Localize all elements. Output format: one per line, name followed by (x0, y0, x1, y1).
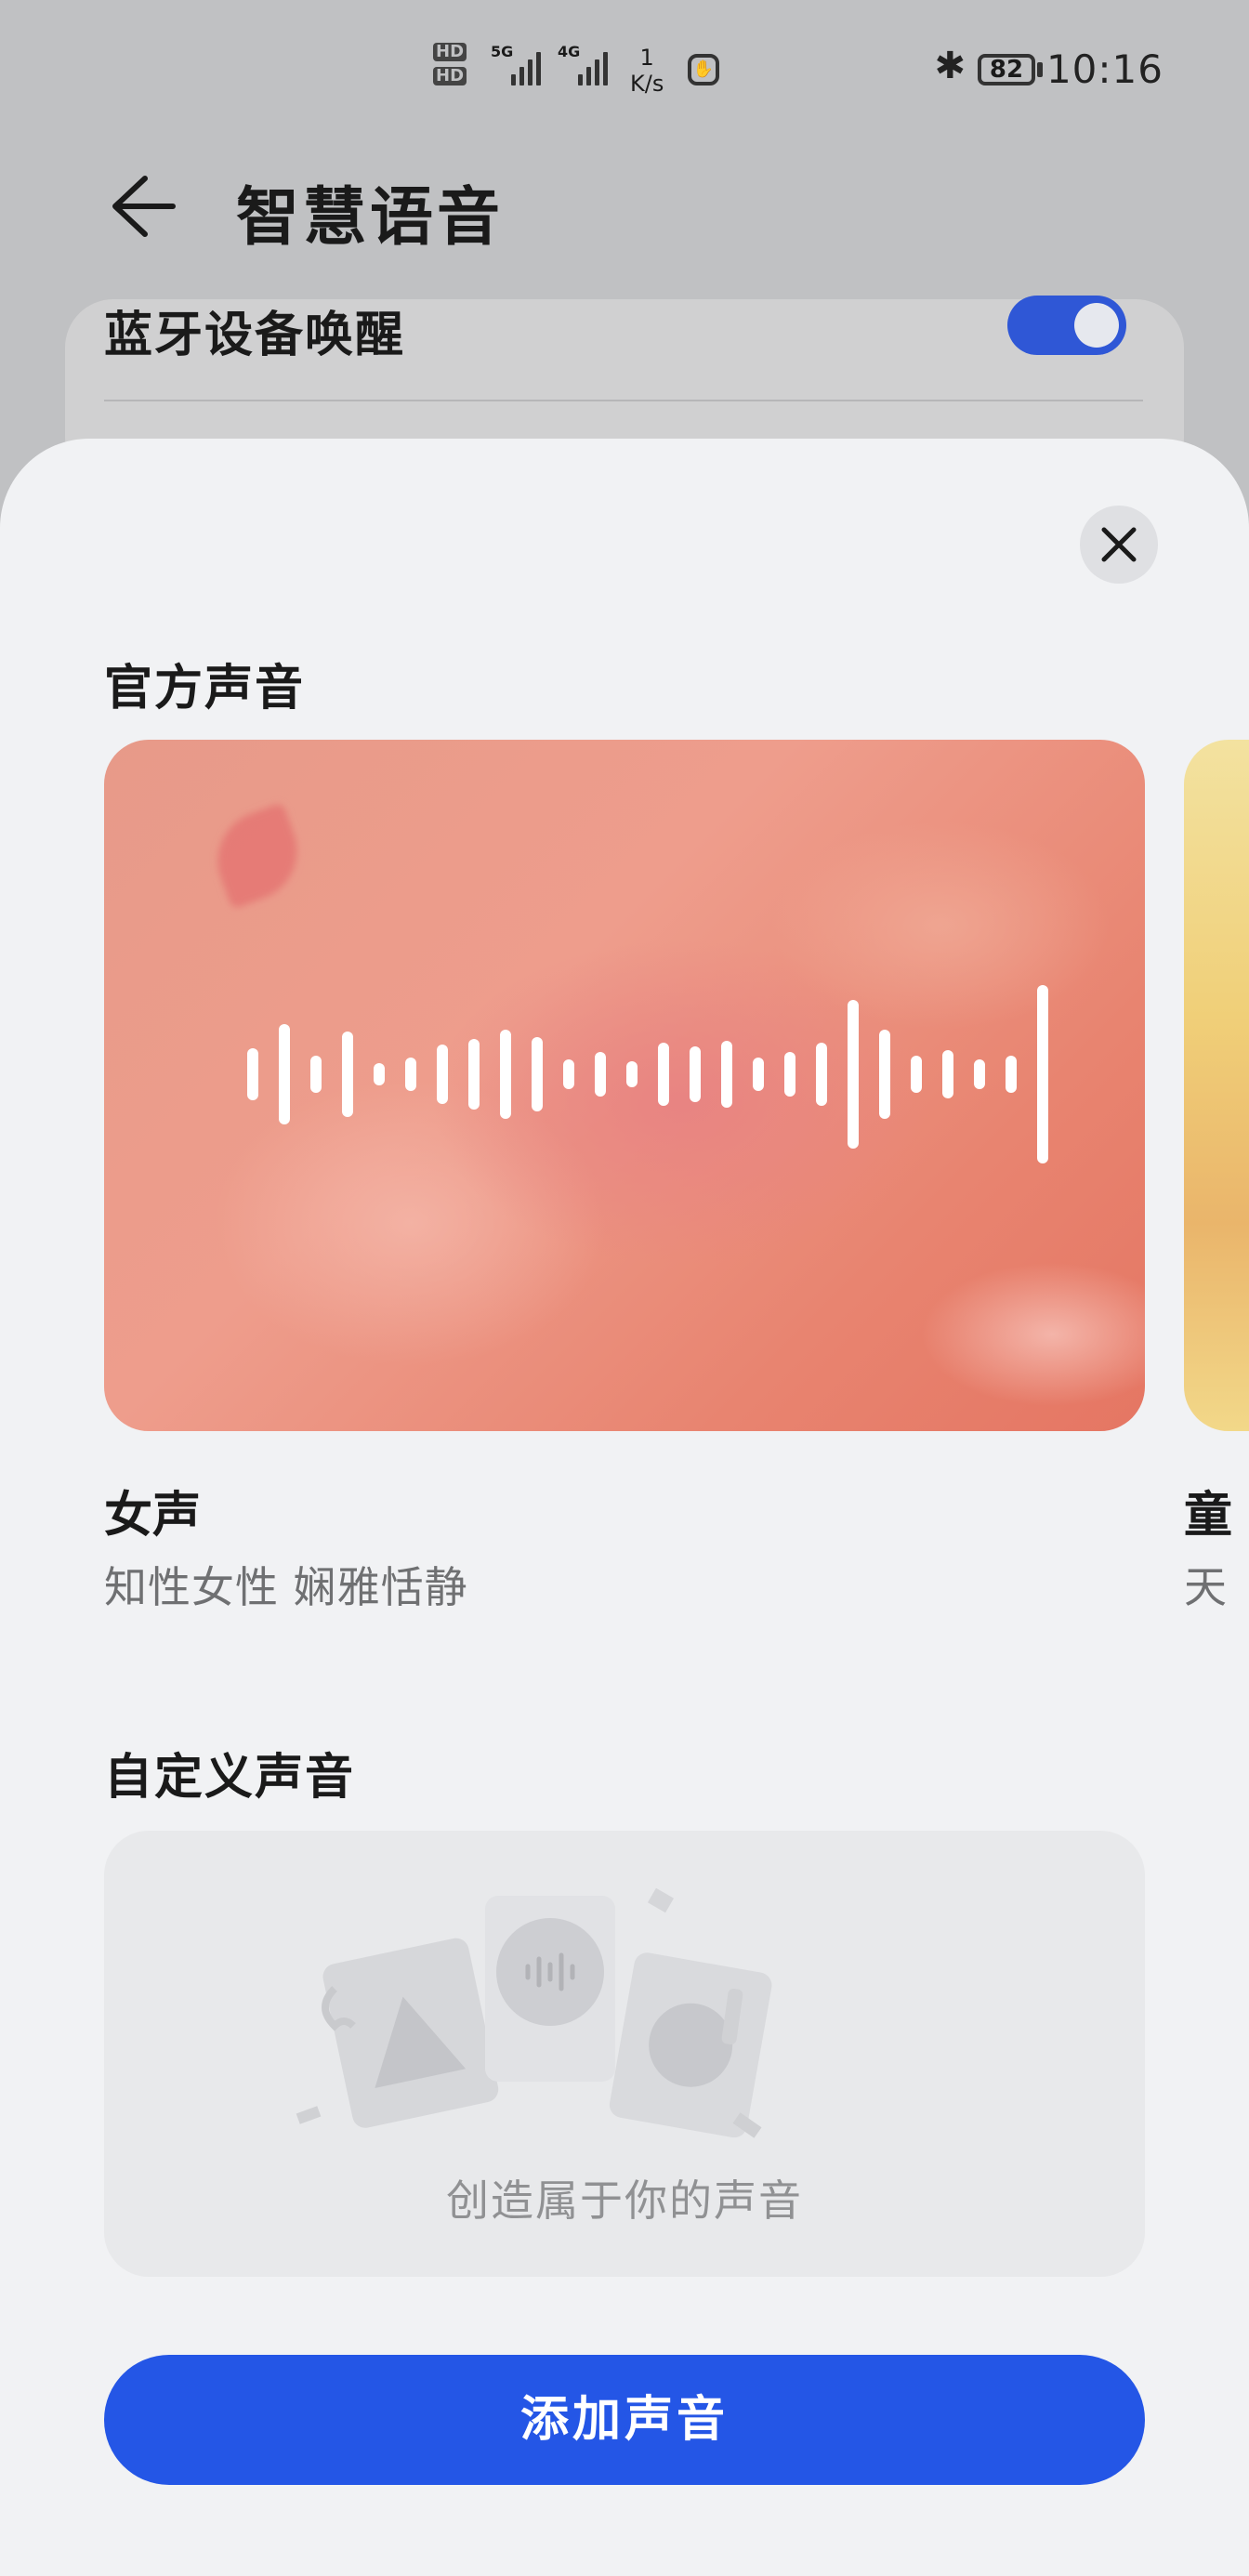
battery-icon: 82 (978, 54, 1035, 85)
battery-nub (1037, 62, 1043, 77)
soundwave-icon (247, 985, 1048, 1163)
hand-icon: ✋ (688, 54, 719, 85)
sim1-hd-label: HD (433, 43, 467, 61)
sim2-hd-label: HD (433, 67, 467, 85)
bluetooth-icon: ✱ (934, 45, 966, 87)
net-speed: 1 K/s (630, 45, 664, 97)
close-button[interactable] (1080, 506, 1158, 584)
bluetooth-wake-label: 蓝牙设备唤醒 (104, 308, 406, 363)
custom-voices-title: 自定义声音 (104, 1750, 356, 1806)
voice-description-next: 天 (1184, 1562, 1227, 1612)
voice-card-female[interactable] (104, 740, 1145, 1431)
voice-name: 女声 (104, 1488, 202, 1544)
signal-icon: 5G (491, 43, 541, 85)
page-title: 智慧语音 (236, 181, 505, 255)
net-speed-unit: K/s (630, 71, 664, 97)
battery-level: 82 (989, 56, 1024, 84)
status-bar: HD HD 5G 4G 1 K/s ✋ ✱ 82 10:16 (0, 0, 1249, 139)
custom-voice-hint: 创造属于你的声音 (446, 2175, 803, 2226)
voice-description: 知性女性 娴雅恬静 (104, 1562, 468, 1612)
close-icon (1101, 527, 1137, 562)
net2-label: 4G (558, 43, 581, 60)
voice-name-next: 童 (1184, 1488, 1233, 1544)
net-speed-value: 1 (639, 45, 654, 71)
petal-decoration (204, 802, 311, 910)
toggle-knob (1074, 303, 1119, 348)
official-voices-title: 官方声音 (104, 661, 306, 716)
sim-indicators: HD HD (433, 43, 467, 85)
divider (104, 400, 1143, 401)
voice-card-next[interactable] (1184, 740, 1249, 1431)
add-voice-button[interactable]: 添加声音 (104, 2355, 1145, 2485)
signal-icon-2: 4G (558, 43, 608, 85)
net1-label: 5G (491, 43, 514, 60)
back-arrow-icon[interactable] (104, 169, 178, 243)
custom-voice-illustration (296, 1887, 772, 2138)
clock: 10:16 (1045, 46, 1164, 92)
bluetooth-wake-toggle[interactable] (1007, 296, 1126, 355)
